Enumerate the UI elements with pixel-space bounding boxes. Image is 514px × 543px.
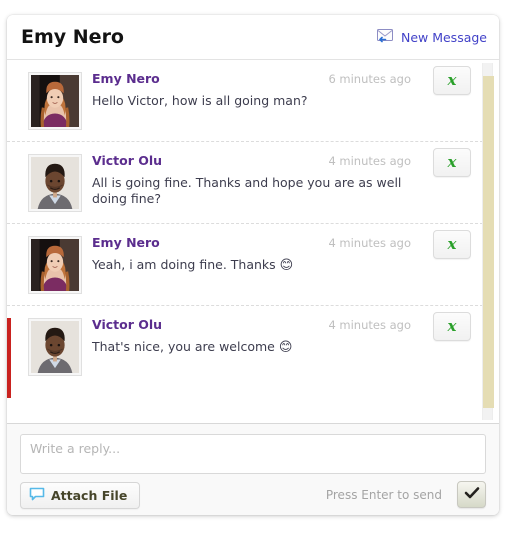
- envelope-icon: [376, 28, 395, 47]
- reply-input[interactable]: [20, 434, 486, 474]
- message-text-content: Yeah, i am doing fine. Thanks: [92, 257, 280, 272]
- send-button[interactable]: [457, 481, 486, 508]
- green-script-x-icon: х: [447, 235, 457, 253]
- send-hint: Press Enter to send: [325, 488, 442, 502]
- message-row: Victor Olu 4 minutes ago That's nice, yo…: [7, 306, 483, 388]
- green-script-x-icon: х: [447, 153, 457, 171]
- message-action-button[interactable]: х: [433, 312, 471, 341]
- attach-file-button[interactable]: Attach File: [20, 482, 141, 509]
- message-timestamp: 6 minutes ago: [328, 72, 411, 86]
- message-timestamp: 4 minutes ago: [328, 236, 411, 250]
- new-message-button[interactable]: New Message: [376, 28, 487, 47]
- checkmark-icon: [464, 485, 480, 504]
- message-timestamp: 4 minutes ago: [328, 154, 411, 168]
- message-list-scroll-area[interactable]: Emy Nero 6 minutes ago Hello Victor, how…: [7, 60, 499, 423]
- avatar[interactable]: [28, 154, 82, 212]
- message-author[interactable]: Emy Nero: [92, 235, 160, 250]
- avatar[interactable]: [28, 236, 82, 294]
- message-text-content: All is going fine. Thanks and hope you a…: [92, 175, 402, 206]
- message-action-button[interactable]: х: [433, 66, 471, 95]
- green-script-x-icon: х: [447, 317, 457, 335]
- message-list: Emy Nero 6 minutes ago Hello Victor, how…: [7, 60, 483, 388]
- reply-area: Attach File Press Enter to send: [7, 423, 499, 515]
- attach-file-label: Attach File: [51, 488, 128, 503]
- green-script-x-icon: х: [447, 71, 457, 89]
- panel-header: Emy Nero New Message: [7, 15, 499, 60]
- speech-bubble-icon: [29, 486, 45, 505]
- page-title: Emy Nero: [21, 26, 124, 48]
- message-action-button[interactable]: х: [433, 148, 471, 177]
- emoji-icon: 😊: [278, 340, 293, 355]
- message-text: Yeah, i am doing fine. Thanks 😊: [92, 257, 413, 274]
- message-author[interactable]: Victor Olu: [92, 317, 162, 332]
- message-row: Victor Olu 4 minutes ago All is going fi…: [7, 142, 483, 224]
- new-message-label: New Message: [400, 30, 487, 45]
- message-author[interactable]: Victor Olu: [92, 153, 162, 168]
- message-panel: Emy Nero New Message Emy Nero 6 minutes …: [7, 15, 499, 515]
- message-timestamp: 4 minutes ago: [328, 318, 411, 332]
- avatar[interactable]: [28, 318, 82, 376]
- message-scrollbar[interactable]: [482, 63, 494, 420]
- message-text: That's nice, you are welcome 😊: [92, 339, 413, 356]
- message-text: All is going fine. Thanks and hope you a…: [92, 175, 413, 208]
- message-text-content: Hello Victor, how is all going man?: [92, 93, 308, 108]
- message-author[interactable]: Emy Nero: [92, 71, 160, 86]
- message-row: Emy Nero 4 minutes ago Yeah, i am doing …: [7, 224, 483, 306]
- message-row: Emy Nero 6 minutes ago Hello Victor, how…: [7, 60, 483, 142]
- emoji-icon: 😊: [279, 258, 294, 273]
- message-text-content: That's nice, you are welcome: [92, 339, 279, 354]
- message-action-button[interactable]: х: [433, 230, 471, 259]
- scrollbar-thumb[interactable]: [483, 76, 494, 408]
- avatar[interactable]: [28, 72, 82, 130]
- message-text: Hello Victor, how is all going man?: [92, 93, 413, 110]
